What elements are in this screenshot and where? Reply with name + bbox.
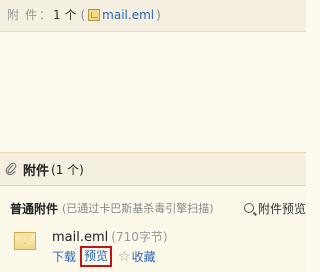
virus-scan-note: (已通过卡巴斯基杀毒引擎扫描) [62,202,214,215]
star-icon[interactable]: ☆ [118,249,131,265]
attachment-actions: 下载 预览 ☆ 收藏 [52,246,156,267]
attachment-preview-all[interactable]: 附件预览 [243,197,306,219]
mail-body [0,33,306,151]
attachment-summary: 附件 ： 1 个 ( mail.eml ) [7,6,161,23]
attachment-summary-label: 附件 [7,8,44,22]
attachment-size: (710字节) [111,230,168,244]
eml-file-icon [14,232,36,250]
eml-file-small-icon [88,8,101,21]
attachment-summary-colon: ： [39,8,52,22]
attachment-summary-bar: 附件 ： 1 个 ( mail.eml ) [0,0,306,32]
normal-attachments-row: 普通附件 (已通过卡巴斯基杀毒引擎扫描) 附件预览 [0,197,306,219]
attachments-section: 附件 (1 个) 普通附件 (已通过卡巴斯基杀毒引擎扫描) 附件预览 mail.… [0,152,306,272]
favorite-link[interactable]: 收藏 [132,248,156,265]
paren-open: ( [80,7,86,22]
attachment-item: mail.eml (710字节) 下载 预览 ☆ 收藏 [14,228,304,272]
preview-link[interactable]: 预览 [80,246,113,267]
attachment-summary-link[interactable]: mail.eml [102,8,154,22]
search-icon [243,203,254,213]
attachments-title: 附件 [23,163,50,179]
paren-close: ) [156,7,161,22]
normal-attachments-title: 普通附件 [10,201,59,216]
attachment-preview-all-label: 附件预览 [257,201,306,216]
download-link[interactable]: 下载 [52,248,76,265]
attachment-name-row: mail.eml (710字节) [52,228,168,245]
attachments-header: 附件 (1 个) [0,153,306,186]
paperclip-icon [5,162,17,176]
attachments-count: (1 个) [51,162,84,177]
attachment-summary-count: 1 个 [53,8,77,22]
attachment-name: mail.eml [52,230,109,245]
